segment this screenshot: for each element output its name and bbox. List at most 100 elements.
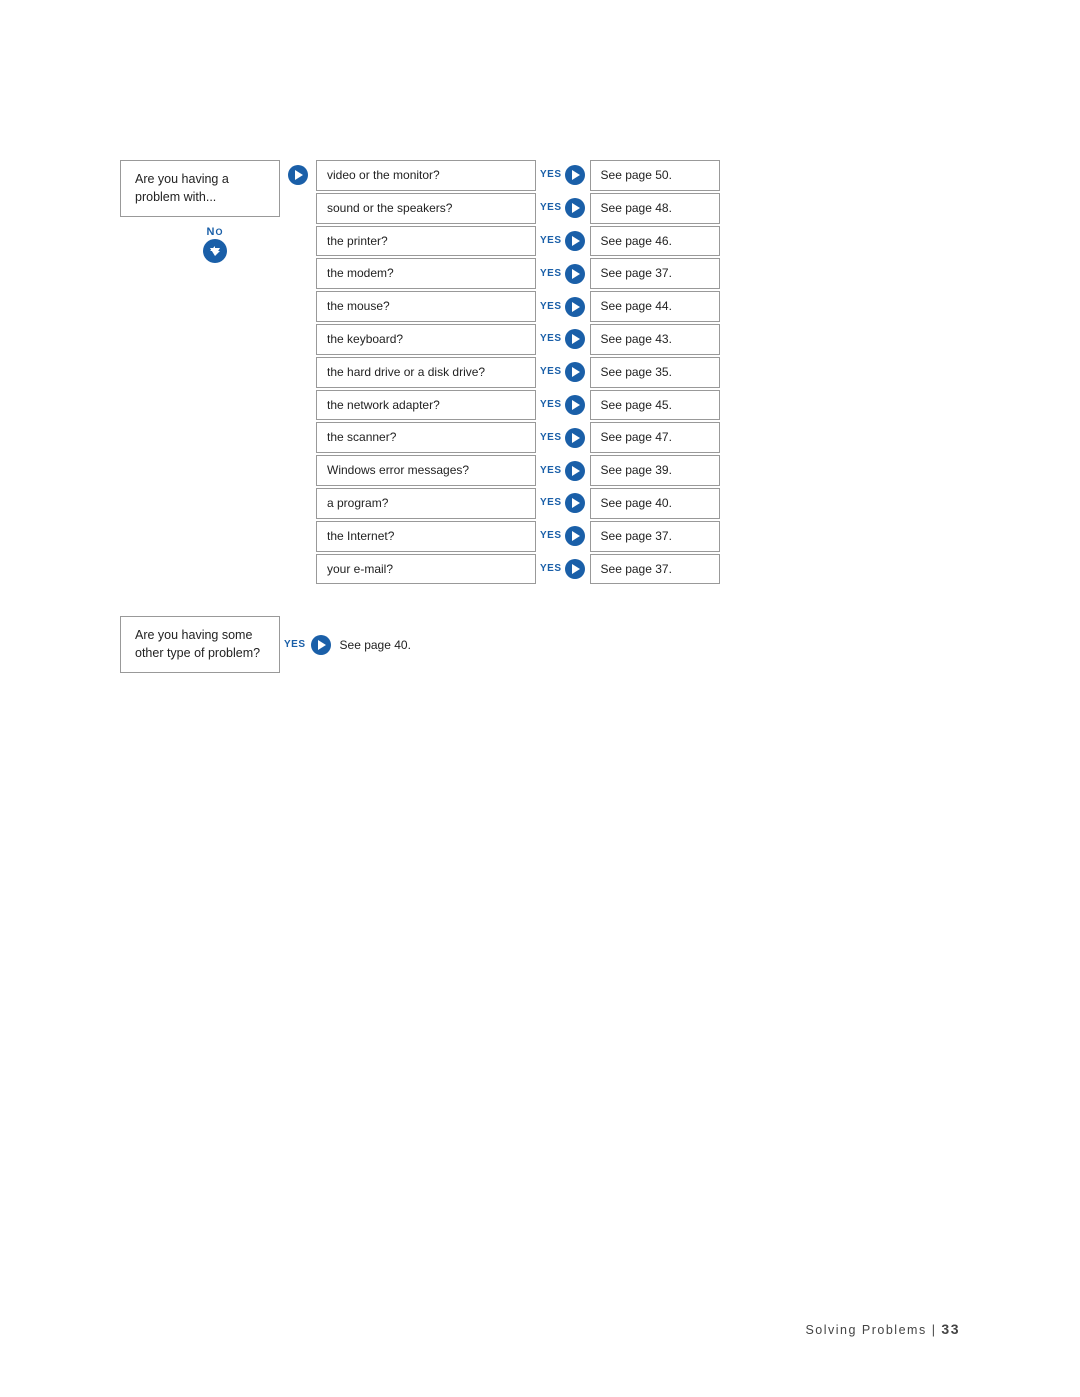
item-question-text: the hard drive or a disk drive? [327, 365, 485, 379]
bottom-result-text: See page 40. [340, 638, 411, 652]
yes-label: YES [540, 269, 562, 279]
main-flow: Are you having a problem with... NO [120, 160, 960, 586]
item-question-text: the keyboard? [327, 332, 403, 346]
result-text: See page 37. [601, 266, 672, 280]
yes-arrow-icon [564, 296, 586, 318]
item-question-box: Windows error messages? [316, 455, 536, 486]
yes-arrow-icon [564, 394, 586, 416]
page-number: 33 [941, 1321, 960, 1337]
yes-arrow-icon [564, 230, 586, 252]
yes-label: YES [540, 400, 562, 410]
yes-arrow: YES [540, 525, 586, 547]
item-question-box: the scanner? [316, 422, 536, 453]
item-question-box: the hard drive or a disk drive? [316, 357, 536, 388]
item-row: the Internet? YES See page 37. [316, 521, 720, 552]
item-question-box: sound or the speakers? [316, 193, 536, 224]
item-question-box: the keyboard? [316, 324, 536, 355]
item-row: the modem? YES See page 37. [316, 258, 720, 289]
item-row: the hard drive or a disk drive? YES See … [316, 357, 720, 388]
item-row: the keyboard? YES See page 43. [316, 324, 720, 355]
item-row: the network adapter? YES See page 45. [316, 390, 720, 421]
result-text: See page 40. [601, 496, 672, 510]
yes-arrow-icon [564, 361, 586, 383]
item-row: a program? YES See page 40. [316, 488, 720, 519]
yes-label: YES [540, 203, 562, 213]
item-row: Windows error messages? YES See page 39. [316, 455, 720, 486]
item-question-text: the modem? [327, 266, 394, 280]
item-question-text: the network adapter? [327, 398, 440, 412]
yes-arrow: YES [540, 394, 586, 416]
result-box: See page 37. [590, 521, 720, 552]
item-question-box: the printer? [316, 226, 536, 257]
yes-label: YES [540, 531, 562, 541]
item-question-box: the Internet? [316, 521, 536, 552]
yes-arrow-icon [564, 197, 586, 219]
yes-label: YES [540, 433, 562, 443]
yes-label: YES [540, 302, 562, 312]
main-question-box: Are you having a problem with... NO [120, 160, 280, 264]
yes-arrow-icon [564, 558, 586, 580]
item-question-text: the mouse? [327, 299, 390, 313]
result-text: See page 39. [601, 463, 672, 477]
item-question-box: your e-mail? [316, 554, 536, 585]
result-text: See page 37. [601, 529, 672, 543]
yes-arrow: YES [540, 230, 586, 252]
bottom-yes-arrow: YES [284, 634, 332, 656]
footer-separator: | [932, 1323, 942, 1337]
item-question-box: a program? [316, 488, 536, 519]
item-row: sound or the speakers? YES See page 48. [316, 193, 720, 224]
result-text: See page 50. [601, 168, 672, 182]
yes-arrow: YES [540, 361, 586, 383]
page-footer: Solving Problems | 33 [805, 1321, 960, 1337]
result-box: See page 40. [590, 488, 720, 519]
yes-arrow: YES [540, 492, 586, 514]
result-text: See page 44. [601, 299, 672, 313]
result-box: See page 39. [590, 455, 720, 486]
result-text: See page 43. [601, 332, 672, 346]
item-question-text: Windows error messages? [327, 463, 469, 477]
items-column: video or the monitor? YES See page 50. s… [316, 160, 720, 586]
yes-arrow-icon [564, 492, 586, 514]
no-section: NO [150, 227, 280, 264]
yes-label: YES [540, 466, 562, 476]
no-label: NO [207, 227, 224, 238]
yes-label: YES [540, 498, 562, 508]
item-question-box: the mouse? [316, 291, 536, 322]
yes-arrow-icon [564, 460, 586, 482]
item-row: video or the monitor? YES See page 50. [316, 160, 720, 191]
footer-text: Solving Problems [805, 1323, 926, 1337]
result-text: See page 45. [601, 398, 672, 412]
result-text: See page 47. [601, 430, 672, 444]
yes-arrow: YES [540, 263, 586, 285]
no-arrow-icon [202, 238, 228, 264]
item-question-text: the scanner? [327, 430, 396, 444]
result-box: See page 46. [590, 226, 720, 257]
bottom-question-text: Are you having some other type of proble… [135, 628, 260, 660]
item-row: the printer? YES See page 46. [316, 226, 720, 257]
result-text: See page 46. [601, 234, 672, 248]
yes-label: YES [540, 334, 562, 344]
yes-arrow: YES [540, 558, 586, 580]
yes-arrow-icon [564, 263, 586, 285]
result-box: See page 47. [590, 422, 720, 453]
item-question-text: your e-mail? [327, 562, 393, 576]
item-question-text: video or the monitor? [327, 168, 440, 182]
yes-label: YES [540, 367, 562, 377]
yes-arrow: YES [540, 328, 586, 350]
main-question-text: Are you having a problem with... [135, 172, 229, 204]
item-question-box: video or the monitor? [316, 160, 536, 191]
bottom-question-box: Are you having some other type of proble… [120, 616, 280, 673]
bottom-section: Are you having some other type of proble… [120, 616, 960, 673]
item-question-text: the Internet? [327, 529, 394, 543]
main-right-arrow [280, 160, 316, 186]
item-row: the scanner? YES See page 47. [316, 422, 720, 453]
yes-arrow-icon [564, 427, 586, 449]
result-text: See page 37. [601, 562, 672, 576]
item-question-text: a program? [327, 496, 388, 510]
item-question-box: the modem? [316, 258, 536, 289]
item-row: your e-mail? YES See page 37. [316, 554, 720, 585]
yes-arrow: YES [540, 427, 586, 449]
result-box: See page 37. [590, 258, 720, 289]
item-question-box: the network adapter? [316, 390, 536, 421]
right-arrow-icon [287, 164, 309, 186]
